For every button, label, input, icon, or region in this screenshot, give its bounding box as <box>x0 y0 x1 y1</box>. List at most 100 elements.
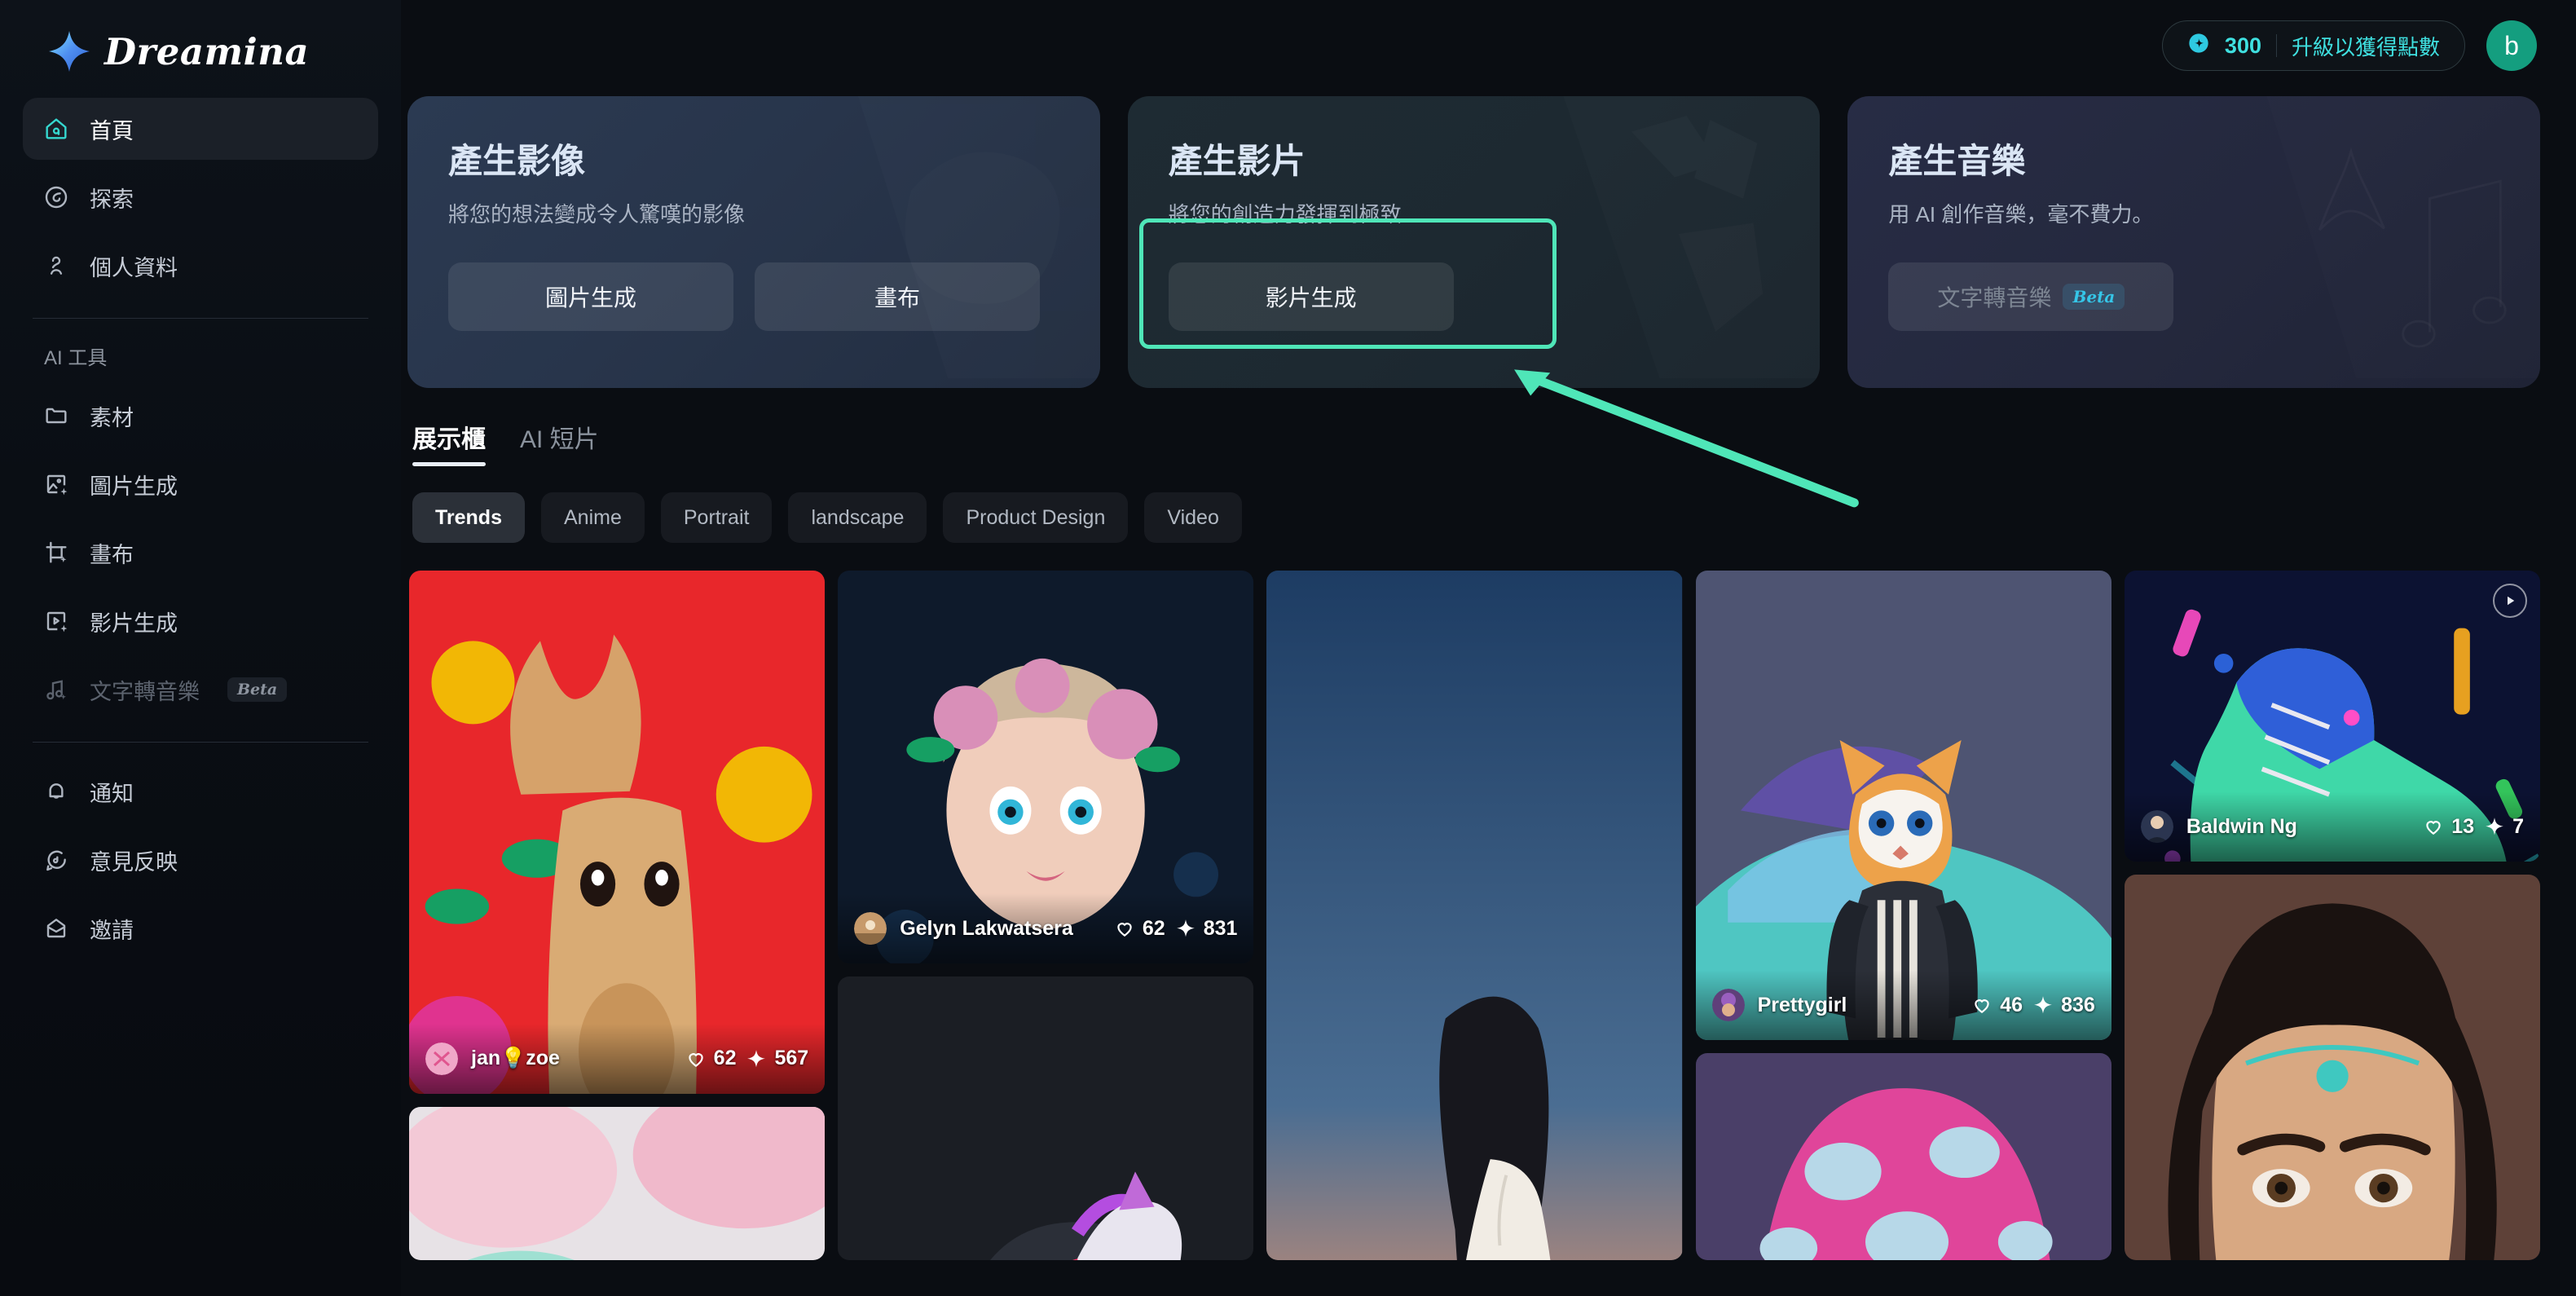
gallery-card-username: Gelyn Lakwatsera <box>900 916 1073 940</box>
gallery-card[interactable] <box>838 976 1254 1260</box>
gallery-column: Baldwin Ng 13 7 <box>2124 571 2540 1260</box>
gallery-card[interactable] <box>409 1106 826 1260</box>
chip-landscape[interactable]: landscape <box>788 492 927 543</box>
gallery-card[interactable] <box>2124 875 2540 1260</box>
app-root: Dreamina 首頁 探索 個人資料 AI 工具 素材 圖片生成 畫布 影片生… <box>0 0 2576 1296</box>
filter-chip-row: Trends Anime Portrait landscape Product … <box>407 466 2540 543</box>
sidebar-item-profile[interactable]: 個人資料 <box>23 235 378 297</box>
spark-stat: 567 <box>746 1047 808 1070</box>
canvas-button[interactable]: 畫布 <box>755 262 1040 331</box>
content-tabs: 展示櫃 AI 短片 <box>407 388 2540 466</box>
text-to-music-label: 文字轉音樂 <box>1937 285 2052 311</box>
gallery-card[interactable]: Prettygirl 46 836 <box>1695 571 2111 1041</box>
gallery-grid: jan💡zoe 62 567 Gelyn Lakwatsera 62 831 P… <box>407 543 2540 1260</box>
like-count: 62 <box>713 1047 737 1070</box>
sidebar-item-label: 邀請 <box>90 918 134 943</box>
gallery-card[interactable] <box>1695 1053 2111 1260</box>
hero-subtitle: 將您的創造力發揮到極致 <box>1168 202 1402 227</box>
image-sparkle-icon <box>42 470 70 498</box>
beta-badge: Beta <box>227 677 288 702</box>
sidebar-item-image-generate[interactable]: 圖片生成 <box>23 453 378 515</box>
avatar <box>1711 989 1745 1022</box>
hero-card-music[interactable]: 產生音樂 用 AI 創作音樂，毫不費力。 文字轉音樂 Beta <box>1847 96 2541 388</box>
gallery-card-stats: 62 831 <box>1114 916 1238 941</box>
text-to-music-button[interactable]: 文字轉音樂 Beta <box>1888 262 2174 331</box>
sidebar-item-invite[interactable]: 邀請 <box>23 897 378 959</box>
avatar <box>854 912 887 946</box>
gallery-column <box>1266 571 1683 1260</box>
credits-divider <box>2275 34 2277 57</box>
sidebar-item-label: 意見反映 <box>90 849 178 875</box>
chip-anime[interactable]: Anime <box>540 492 645 543</box>
sidebar-item-canvas[interactable]: 畫布 <box>23 522 378 584</box>
gallery-card[interactable]: Gelyn Lakwatsera 62 831 <box>838 571 1254 964</box>
video-sparkle-icon <box>42 607 70 635</box>
like-count: 46 <box>2000 993 2023 1016</box>
hero-button-group: 影片生成 <box>1168 262 1780 331</box>
like-stat: 62 <box>1114 917 1165 941</box>
avatar[interactable]: b <box>2486 20 2537 71</box>
video-generate-button[interactable]: 影片生成 <box>1168 262 1454 331</box>
gallery-card-meta: Prettygirl 46 836 <box>1695 970 2111 1041</box>
tab-showcase[interactable]: 展示櫃 <box>412 419 486 466</box>
chip-trends[interactable]: Trends <box>412 492 525 543</box>
hero-card-image[interactable]: 產生影像 將您的想法變成令人驚嘆的影像 圖片生成 畫布 <box>407 96 1100 388</box>
home-icon <box>42 115 70 143</box>
hero-button-group: 圖片生成 畫布 <box>448 262 1059 331</box>
gallery-card[interactable]: jan💡zoe 62 567 <box>409 571 826 1094</box>
gallery-column: jan💡zoe 62 567 <box>409 571 826 1260</box>
spark-count: 831 <box>1203 916 1238 940</box>
canvas-sparkle-icon <box>42 539 70 566</box>
sparkle-icon <box>747 1049 766 1068</box>
sidebar-divider-top <box>33 318 368 319</box>
gallery-card-username: Baldwin Ng <box>2186 814 2297 838</box>
like-stat: 13 <box>2423 815 2474 839</box>
sidebar-item-assets[interactable]: 素材 <box>23 385 378 447</box>
gallery-card-stats: 13 7 <box>2423 815 2524 839</box>
sidebar-item-label: 個人資料 <box>90 255 178 280</box>
chip-video[interactable]: Video <box>1144 492 1242 543</box>
gallery-column: Gelyn Lakwatsera 62 831 <box>838 571 1254 1260</box>
credits-upgrade-pill[interactable]: 300 升級以獲得點數 <box>2161 20 2465 71</box>
hero-card-video[interactable]: 產生影片 將您的創造力發揮到極致 影片生成 <box>1127 96 1821 388</box>
hero-subtitle: 用 AI 創作音樂，毫不費力。 <box>1888 202 2154 227</box>
sidebar-item-feedback[interactable]: 意見反映 <box>23 829 378 891</box>
main-content: 300 升級以獲得點數 b 產生影像 將您的想法變成令人驚嘆的影像 圖片生成 畫… <box>401 0 2576 1296</box>
sparkle-icon <box>2034 996 2052 1014</box>
chip-portrait[interactable]: Portrait <box>660 492 773 543</box>
sidebar-item-text-to-music[interactable]: 文字轉音樂 Beta <box>23 659 378 721</box>
chip-product-design[interactable]: Product Design <box>943 492 1129 543</box>
hero-button-group: 文字轉音樂 Beta <box>1888 262 2499 331</box>
heart-icon <box>1117 923 1132 937</box>
gallery-card-meta: jan💡zoe 62 567 <box>409 1023 826 1094</box>
topbar: 300 升級以獲得點數 b <box>407 0 2540 91</box>
image-generate-button[interactable]: 圖片生成 <box>448 262 733 331</box>
gallery-card-meta: Baldwin Ng 13 7 <box>2124 791 2540 862</box>
heart-icon <box>689 1052 703 1067</box>
avatar <box>425 1042 458 1075</box>
brand[interactable]: Dreamina <box>23 0 378 98</box>
tab-ai-shorts[interactable]: AI 短片 <box>520 419 599 466</box>
gallery-card-meta: Gelyn Lakwatsera 62 831 <box>838 893 1254 964</box>
folder-icon <box>42 402 70 430</box>
dreamina-credit-icon <box>2187 32 2210 60</box>
sidebar-nav-primary: 首頁 探索 個人資料 AI 工具 素材 圖片生成 畫布 影片生成 文字轉音樂 B… <box>23 98 378 959</box>
sidebar-item-label: 文字轉音樂 <box>90 679 200 704</box>
hero-card-row: 產生影像 將您的想法變成令人驚嘆的影像 圖片生成 畫布 產生影片 將您的創造力發… <box>407 91 2541 388</box>
sidebar-item-notifications[interactable]: 通知 <box>23 760 378 822</box>
sidebar-item-explore[interactable]: 探索 <box>23 166 378 228</box>
bell-icon <box>42 778 70 805</box>
spark-count: 567 <box>774 1047 809 1070</box>
sidebar-item-home[interactable]: 首頁 <box>23 98 378 160</box>
sidebar-item-video-generate[interactable]: 影片生成 <box>23 590 378 652</box>
avatar <box>2140 810 2173 844</box>
spark-count: 836 <box>2061 993 2095 1016</box>
play-icon[interactable] <box>2493 584 2528 618</box>
sidebar-item-label: 影片生成 <box>90 611 178 636</box>
heart-icon <box>1975 999 1989 1014</box>
gallery-card[interactable]: Baldwin Ng 13 7 <box>2124 571 2540 862</box>
like-count: 62 <box>1142 916 1165 940</box>
gallery-card[interactable] <box>1266 571 1683 1260</box>
heart-icon <box>2426 821 2441 835</box>
hero-title: 產生影片 <box>1168 142 1306 180</box>
